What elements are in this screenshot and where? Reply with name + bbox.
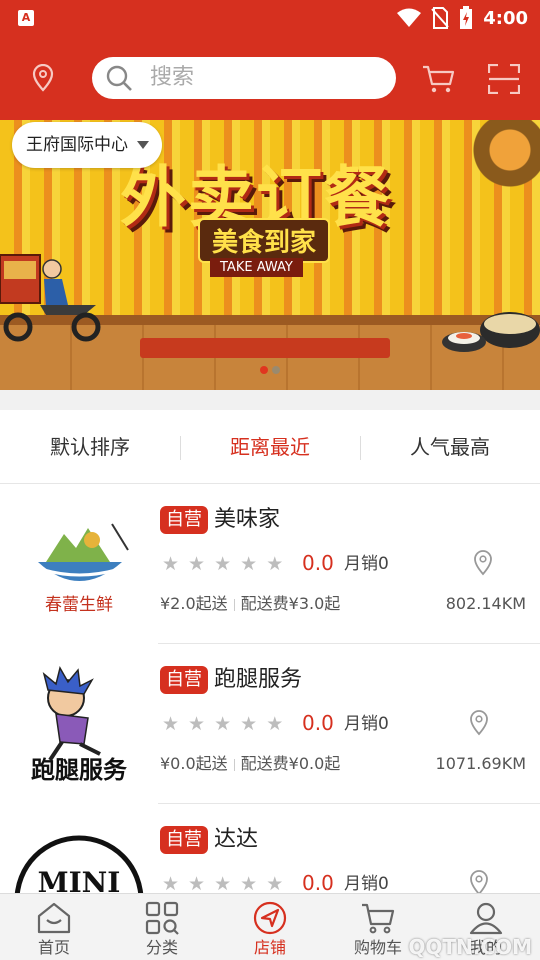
star-icon: ★ (240, 873, 258, 893)
nav-home[interactable]: 首页 (0, 894, 108, 960)
self-operated-badge: 自营 (160, 506, 208, 534)
nav-store[interactable]: 店铺 (216, 894, 324, 960)
site-watermark: QQTN.COM (408, 935, 532, 959)
home-icon (37, 902, 71, 934)
sort-tabs: 默认排序 距离最近 人气最高 (0, 410, 540, 484)
nav-category-label: 分类 (145, 938, 178, 957)
store-name: 跑腿服务 (214, 667, 303, 692)
star-rating: ★ ★ ★ ★ ★ (162, 554, 283, 574)
store-logo: MINI (14, 835, 144, 893)
star-icon: ★ (162, 553, 180, 575)
store-logo-text: MINI (38, 866, 121, 893)
search-icon (106, 65, 132, 91)
location-pin-icon[interactable] (472, 550, 494, 576)
scan-icon[interactable] (488, 64, 520, 94)
clock: 4:00 (483, 7, 528, 29)
store-card[interactable]: MINI 自营 达达 ★ ★ ★ ★ ★ 0.0 月销0 (0, 804, 540, 893)
banner-pagination (260, 366, 280, 374)
delivery-terms: ¥2.0起送 配送费¥3.0起 (160, 593, 340, 615)
banner-subtitle: 美食到家 (198, 218, 331, 263)
meta-separator (233, 598, 235, 611)
banner-ribbon (140, 338, 390, 358)
min-order: ¥0.0起送 (160, 754, 228, 773)
category-icon (145, 901, 179, 935)
section-divider (0, 390, 540, 410)
banner-english-tag: TAKE AWAY (210, 258, 303, 277)
delivery-fee: 配送费¥0.0起 (240, 754, 341, 773)
star-icon: ★ (266, 873, 284, 893)
monthly-sales: 月销0 (344, 554, 389, 574)
delivery-fee: 配送费¥3.0起 (240, 594, 341, 613)
search-bar[interactable]: 搜索 (92, 57, 396, 99)
app-notification-icon: A (18, 10, 34, 26)
store-name: 美味家 (214, 507, 281, 532)
cart-icon (362, 903, 395, 934)
tab-default-sort[interactable]: 默认排序 (0, 410, 180, 484)
location-pin-icon[interactable] (468, 710, 490, 736)
search-placeholder: 搜索 (150, 65, 195, 90)
store-info: 自营 达达 ★ ★ ★ ★ ★ 0.0 月销0 (158, 804, 540, 893)
store-logo-text: 春蕾生鲜 (45, 595, 113, 615)
delivery-scooter-illustration (0, 254, 101, 342)
profile-icon (469, 902, 503, 935)
star-rating: ★ ★ ★ ★ ★ (162, 714, 283, 734)
store-distance: 1071.69KM (435, 754, 526, 773)
min-order: ¥2.0起送 (160, 594, 228, 613)
wifi-icon (397, 8, 422, 27)
status-icons: 4:00 (397, 6, 528, 30)
monthly-sales: 月销0 (344, 874, 389, 893)
star-icon: ★ (240, 553, 258, 575)
sushi-bowl-illustration (442, 312, 540, 352)
self-operated-badge: 自营 (160, 826, 208, 854)
tab-nearest[interactable]: 距离最近 (180, 410, 360, 484)
star-icon: ★ (266, 553, 284, 575)
store-logo: 跑腿服务 (31, 666, 128, 784)
location-selector[interactable]: 王府国际中心 (12, 122, 162, 168)
store-card[interactable]: 跑腿服务 自营 跑腿服务 ★ ★ ★ ★ ★ 0.0 月销0 ¥0.0起送 配送费¥0.0… (0, 644, 540, 804)
store-name: 达达 (214, 827, 259, 852)
star-icon: ★ (188, 873, 206, 893)
nav-store-label: 店铺 (253, 938, 286, 957)
location-pin-icon[interactable] (30, 64, 56, 92)
star-icon: ★ (240, 713, 258, 735)
star-rating: ★ ★ ★ ★ ★ (162, 874, 283, 893)
caret-down-icon (137, 141, 149, 149)
top-header: 搜索 (0, 36, 540, 120)
delivery-terms: ¥0.0起送 配送费¥0.0起 (160, 753, 340, 775)
store-card[interactable]: 春蕾生鲜 自营 美味家 ★ ★ ★ ★ ★ 0.0 月销0 ¥2.0起送 配送费¥3.0起… (0, 484, 540, 644)
self-operated-badge: 自营 (160, 666, 208, 694)
store-logo: 春蕾生鲜 (38, 523, 129, 615)
battery-charging-icon (460, 6, 473, 29)
rating-score: 0.0 (302, 711, 334, 735)
star-icon: ★ (266, 713, 284, 735)
store-info: 自营 美味家 ★ ★ ★ ★ ★ 0.0 月销0 ¥2.0起送 配送费¥3.0起 802.… (158, 484, 540, 644)
star-icon: ★ (188, 553, 206, 575)
store-logo-text: 跑腿服务 (31, 756, 128, 784)
star-icon: ★ (162, 873, 180, 893)
store-navigate-icon (253, 901, 287, 935)
autumn-tree-decoration (470, 120, 540, 200)
banner-title-group: 外卖订餐 美食到家 TAKE AWAY (110, 160, 430, 280)
monthly-sales: 月销0 (344, 714, 389, 734)
banner-dot-active[interactable] (260, 366, 268, 374)
nav-category[interactable]: 分类 (108, 894, 216, 960)
star-icon: ★ (214, 713, 232, 735)
store-distance: 802.14KM (445, 594, 526, 613)
no-sim-icon (431, 7, 449, 29)
cart-icon[interactable] (422, 64, 456, 94)
rating-score: 0.0 (302, 551, 334, 575)
location-pin-icon[interactable] (468, 870, 490, 893)
banner-dot[interactable] (272, 366, 280, 374)
status-bar: A 4:00 (0, 0, 540, 36)
star-icon: ★ (162, 713, 180, 735)
rating-score: 0.0 (302, 871, 334, 893)
meta-separator (233, 758, 235, 771)
store-info: 自营 跑腿服务 ★ ★ ★ ★ ★ 0.0 月销0 ¥0.0起送 配送费¥0.0起 107… (158, 644, 540, 804)
star-icon: ★ (214, 873, 232, 893)
star-icon: ★ (214, 553, 232, 575)
nav-home-label: 首页 (37, 938, 70, 957)
star-icon: ★ (188, 713, 206, 735)
location-label: 王府国际中心 (26, 135, 128, 155)
tab-most-popular[interactable]: 人气最高 (360, 410, 540, 484)
